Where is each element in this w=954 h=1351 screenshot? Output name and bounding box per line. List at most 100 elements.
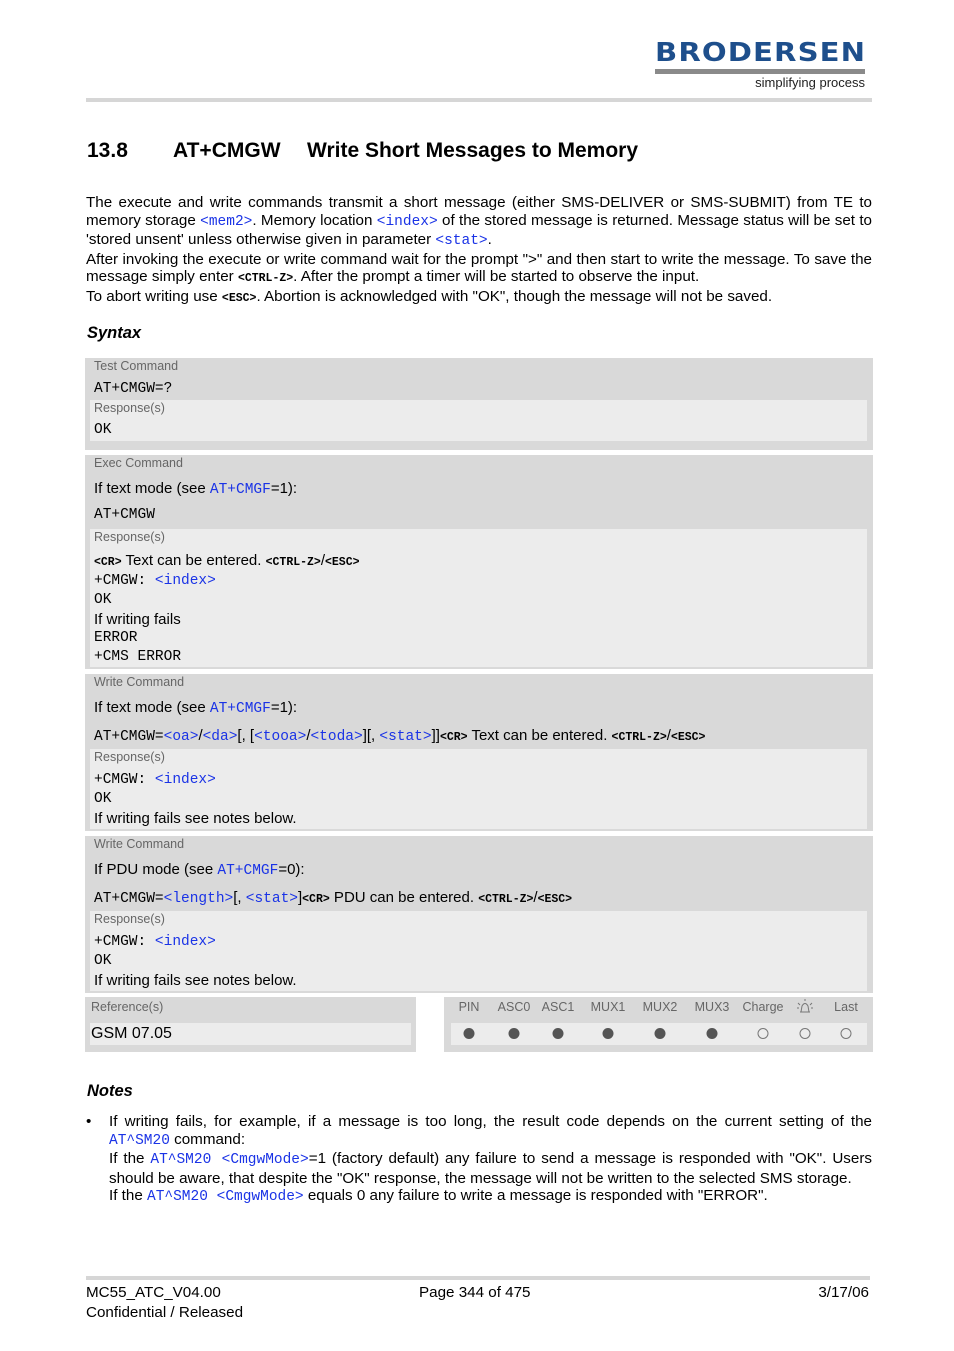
block-label: Write Command	[94, 837, 185, 851]
at-sm20-link[interactable]: AT^SM20	[150, 1152, 211, 1168]
at-cmgf-link[interactable]: AT+CMGF	[210, 482, 271, 498]
response-label: Response(s)	[94, 912, 165, 926]
intro-text: The execute and write commands transmit …	[86, 194, 872, 308]
availability-column-mux1: MUX1	[590, 1000, 626, 1014]
section-number: 13.8	[87, 139, 128, 162]
param-link-da[interactable]: <da>	[203, 729, 238, 745]
block-label: Test Command	[94, 359, 179, 373]
param-link-stat[interactable]: <stat>	[246, 891, 298, 907]
command-syntax: AT+CMGW=<length>[, <stat>]<CR> PDU can b…	[94, 889, 573, 907]
response-box: Response(s) +CMGW: <index> OK If writing…	[90, 911, 867, 991]
response-label: Response(s)	[94, 401, 165, 415]
block-label: Exec Command	[94, 456, 183, 470]
response-line: +CMGW: <index>	[94, 934, 216, 950]
command-syntax: AT+CMGW=<oa>/<da>[, [<tooa>/<toda>][, <s…	[94, 727, 706, 745]
availability-column-last: Last	[834, 1000, 858, 1014]
param-link-length[interactable]: <length>	[164, 891, 234, 907]
availability-table: PIN ASC0 ASC1 MUX1 MUX2 MUX3 Charge Last	[444, 997, 873, 1052]
response-line: +CMGW: <index>	[94, 772, 216, 788]
response-line: <CR> Text can be entered. <CTRL-Z>/<ESC>	[94, 552, 360, 569]
param-link-stat[interactable]: <stat>	[379, 729, 431, 745]
response-line: OK	[94, 953, 112, 969]
param-link-tooa[interactable]: <tooa>	[254, 729, 306, 745]
write-pdu-command-block: Write Command If PDU mode (see AT+CMGF=0…	[85, 836, 873, 993]
availability-indicators	[444, 1023, 873, 1045]
footer-divider	[86, 1276, 870, 1280]
response-line: If writing fails see notes below.	[94, 972, 297, 989]
availability-column-mux3: MUX3	[694, 1000, 730, 1014]
param-link-stat[interactable]: <stat>	[435, 233, 487, 249]
response-label: Response(s)	[94, 530, 165, 544]
write-text-command-block: Write Command If text mode (see AT+CMGF=…	[85, 674, 873, 831]
response-line: OK	[94, 592, 112, 608]
reference-label: Reference(s)	[91, 1000, 164, 1014]
key-esc: <ESC>	[221, 291, 257, 305]
param-link-oa[interactable]: <oa>	[164, 729, 199, 745]
reference-box: Reference(s) GSM 07.05	[85, 997, 416, 1052]
section-command: AT+CMGW	[173, 139, 281, 162]
param-link-index[interactable]: <index>	[155, 934, 216, 950]
supported-indicator	[602, 1028, 614, 1039]
document-status: Confidential / Released	[86, 1304, 244, 1321]
command-syntax: AT+CMGW	[94, 507, 155, 523]
param-link-cmgwmode[interactable]: <CmgwMode>	[208, 1189, 304, 1205]
unsupported-indicator	[840, 1028, 852, 1039]
param-link-cmgwmode[interactable]: <CmgwMode>	[211, 1152, 309, 1168]
param-link-index[interactable]: <index>	[155, 772, 216, 788]
availability-column-mux2: MUX2	[642, 1000, 678, 1014]
reference-value: GSM 07.05	[90, 1023, 411, 1045]
response-line: If writing fails	[94, 611, 181, 628]
logo-wordmark: BRODERSEN	[655, 38, 867, 68]
intro-paragraph-1: The execute and write commands transmit …	[86, 194, 872, 250]
mode-line: If PDU mode (see AT+CMGF=0):	[94, 861, 305, 879]
param-link-mem2[interactable]: <mem2>	[200, 214, 252, 230]
availability-column-pin: PIN	[458, 1000, 480, 1014]
response-line: OK	[94, 422, 112, 438]
section-title: Write Short Messages to Memory	[307, 139, 639, 162]
notes-list: • If writing fails, for example, if a me…	[86, 1113, 872, 1207]
supported-indicator	[706, 1028, 718, 1039]
at-cmgf-link[interactable]: AT+CMGF	[210, 701, 271, 717]
key-ctrl-z: <CTRL-Z>	[237, 272, 294, 286]
document-id: MC55_ATC_V04.00	[86, 1284, 221, 1301]
header-divider	[86, 98, 872, 102]
notes-heading: Notes	[87, 1082, 133, 1100]
supported-indicator	[463, 1028, 475, 1039]
response-line: ERROR	[94, 630, 138, 646]
mode-line: If text mode (see AT+CMGF=1):	[94, 699, 298, 717]
supported-indicator	[508, 1028, 520, 1039]
supported-indicator	[552, 1028, 564, 1039]
unsupported-indicator	[799, 1028, 811, 1039]
command-syntax: AT+CMGW=?	[94, 381, 173, 397]
syntax-heading: Syntax	[87, 324, 142, 342]
at-sm20-link[interactable]: AT^SM20	[147, 1189, 208, 1205]
param-link-index[interactable]: <index>	[377, 214, 438, 230]
at-sm20-link[interactable]: AT^SM20	[109, 1133, 170, 1149]
test-command-block: Test Command AT+CMGW=? Response(s) OK	[85, 358, 873, 450]
response-line: OK	[94, 791, 112, 807]
param-link-toda[interactable]: <toda>	[310, 729, 362, 745]
intro-paragraph-2: After invoking the execute or write comm…	[86, 250, 872, 286]
brodersen-logo: BRODERSEN simplifying process	[655, 40, 867, 90]
response-box: Response(s) <CR> Text can be entered. <C…	[90, 529, 867, 667]
at-cmgf-link[interactable]: AT+CMGF	[217, 863, 278, 879]
note-item: If writing fails, for example, if a mess…	[109, 1113, 872, 1206]
supported-indicator	[654, 1028, 666, 1039]
exec-command-block: Exec Command If text mode (see AT+CMGF=1…	[85, 455, 873, 669]
response-line: If writing fails see notes below.	[94, 810, 297, 827]
mode-line: If text mode (see AT+CMGF=1):	[94, 480, 298, 498]
alarm-icon	[795, 999, 815, 1019]
unsupported-indicator	[757, 1028, 769, 1039]
availability-column-asc0: ASC0	[497, 1000, 531, 1014]
response-line: +CMS ERROR	[94, 649, 182, 665]
logo-tagline: simplifying process	[755, 75, 865, 90]
document-date: 3/17/06	[818, 1284, 869, 1301]
param-link-index[interactable]: <index>	[155, 573, 216, 589]
section-heading: 13.8 AT+CMGW Write Short Messages to Memor…	[87, 139, 638, 163]
response-box: Response(s) OK	[90, 400, 867, 441]
response-box: Response(s) +CMGW: <index> OK If writing…	[90, 749, 867, 829]
footer-left: MC55_ATC_V04.00 Confidential / Released	[86, 1283, 243, 1323]
availability-column-asc1: ASC1	[541, 1000, 575, 1014]
response-label: Response(s)	[94, 750, 165, 764]
availability-column-charge: Charge	[742, 1000, 784, 1014]
